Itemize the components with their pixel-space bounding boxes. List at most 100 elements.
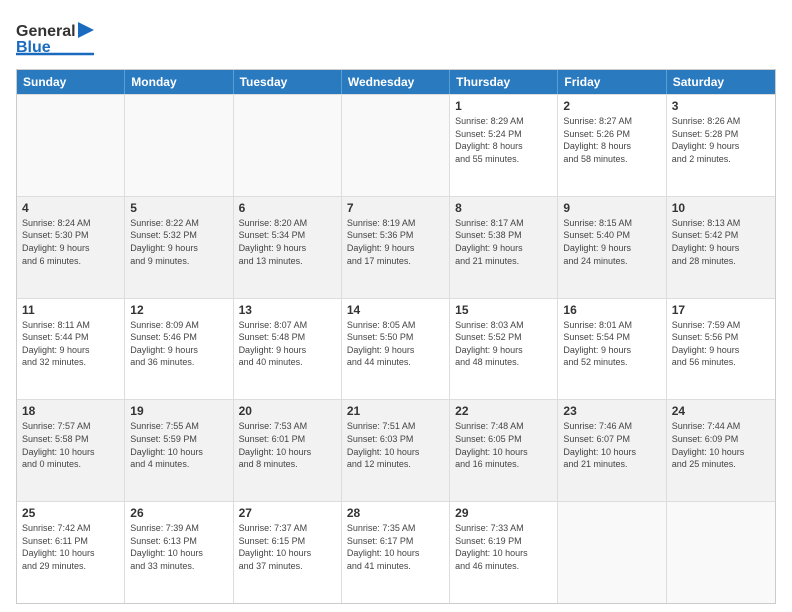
day-info: Sunrise: 8:24 AMSunset: 5:30 PMDaylight:… [22,217,119,267]
day-number: 26 [130,506,227,520]
day-info: Sunrise: 7:39 AMSunset: 6:13 PMDaylight:… [130,522,227,572]
day-info: Sunrise: 7:46 AMSunset: 6:07 PMDaylight:… [563,420,660,470]
svg-text:General: General [16,23,76,40]
day-info: Sunrise: 8:13 AMSunset: 5:42 PMDaylight:… [672,217,770,267]
day-number: 9 [563,201,660,215]
day-number: 18 [22,404,119,418]
day-cell-20: 20Sunrise: 7:53 AMSunset: 6:01 PMDayligh… [234,400,342,501]
day-number: 23 [563,404,660,418]
day-cell-23: 23 Sunrise: 7:46 AMSunset: 6:07 PMDayligh… [558,400,666,501]
day-number: 8 [455,201,552,215]
day-number: 20 [239,404,336,418]
day-info: Sunrise: 8:26 AMSunset: 5:28 PMDaylight:… [672,115,770,165]
day-number: 7 [347,201,444,215]
day-cell-6: 6 Sunrise: 8:20 AMSunset: 5:34 PMDaylight… [234,197,342,298]
day-info: Sunrise: 8:05 AMSunset: 5:50 PMDaylight:… [347,319,444,369]
day-number: 1 [455,99,552,113]
day-cell-24: 24 Sunrise: 7:44 AMSunset: 6:09 PMDayligh… [667,400,775,501]
day-cell-22: 22Sunrise: 7:48 AMSunset: 6:05 PMDayligh… [450,400,558,501]
day-number: 10 [672,201,770,215]
day-number: 12 [130,303,227,317]
day-number: 15 [455,303,552,317]
day-cell-8: 8 Sunrise: 8:17 AMSunset: 5:38 PMDaylight… [450,197,558,298]
header-day-sunday: Sunday [17,70,125,94]
calendar-header: SundayMondayTuesdayWednesdayThursdayFrid… [17,70,775,94]
day-cell-12: 12 Sunrise: 8:09 AMSunset: 5:46 PMDayligh… [125,299,233,400]
day-number: 19 [130,404,227,418]
calendar-week-3: 11 Sunrise: 8:11 AMSunset: 5:44 PMDayligh… [17,298,775,400]
day-cell-11: 11 Sunrise: 8:11 AMSunset: 5:44 PMDayligh… [17,299,125,400]
day-cell-13: 13 Sunrise: 8:07 AMSunset: 5:48 PMDayligh… [234,299,342,400]
page: General Blue SundayMondayTuesdayWednesda… [0,0,792,612]
day-cell-15: 15 Sunrise: 8:03 AMSunset: 5:52 PMDayligh… [450,299,558,400]
day-number: 17 [672,303,770,317]
day-number: 21 [347,404,444,418]
empty-cell [234,95,342,196]
empty-cell [667,502,775,603]
empty-cell [17,95,125,196]
calendar-week-4: 18 Sunrise: 7:57 AMSunset: 5:58 PMDayligh… [17,399,775,501]
day-info: Sunrise: 8:27 AMSunset: 5:26 PMDaylight:… [563,115,660,165]
day-cell-4: 4 Sunrise: 8:24 AMSunset: 5:30 PMDaylight… [17,197,125,298]
day-number: 27 [239,506,336,520]
day-number: 25 [22,506,119,520]
day-info: Sunrise: 7:33 AMSunset: 6:19 PMDaylight:… [455,522,552,572]
header-day-monday: Monday [125,70,233,94]
header-day-saturday: Saturday [667,70,775,94]
header-day-tuesday: Tuesday [234,70,342,94]
day-number: 4 [22,201,119,215]
day-info: Sunrise: 7:59 AMSunset: 5:56 PMDaylight:… [672,319,770,369]
day-info: Sunrise: 8:11 AMSunset: 5:44 PMDaylight:… [22,319,119,369]
day-cell-1: 1 Sunrise: 8:29 AMSunset: 5:24 PMDaylight… [450,95,558,196]
day-number: 22 [455,404,552,418]
day-info: Sunrise: 7:57 AMSunset: 5:58 PMDaylight:… [22,420,119,470]
header-day-wednesday: Wednesday [342,70,450,94]
day-number: 14 [347,303,444,317]
day-number: 13 [239,303,336,317]
day-cell-3: 3 Sunrise: 8:26 AMSunset: 5:28 PMDaylight… [667,95,775,196]
day-info: Sunrise: 8:17 AMSunset: 5:38 PMDaylight:… [455,217,552,267]
day-cell-29: 29 Sunrise: 7:33 AMSunset: 6:19 PMDayligh… [450,502,558,603]
header: General Blue [16,16,776,61]
day-number: 24 [672,404,770,418]
day-cell-27: 27Sunrise: 7:37 AMSunset: 6:15 PMDayligh… [234,502,342,603]
logo: General Blue [16,16,106,61]
day-info: Sunrise: 8:09 AMSunset: 5:46 PMDaylight:… [130,319,227,369]
day-number: 16 [563,303,660,317]
calendar-week-5: 25Sunrise: 7:42 AMSunset: 6:11 PMDayligh… [17,501,775,603]
day-number: 2 [563,99,660,113]
day-cell-21: 21 Sunrise: 7:51 AMSunset: 6:03 PMDayligh… [342,400,450,501]
day-info: Sunrise: 8:07 AMSunset: 5:48 PMDaylight:… [239,319,336,369]
day-cell-10: 10 Sunrise: 8:13 AMSunset: 5:42 PMDayligh… [667,197,775,298]
day-cell-16: 16 Sunrise: 8:01 AMSunset: 5:54 PMDayligh… [558,299,666,400]
day-info: Sunrise: 8:01 AMSunset: 5:54 PMDaylight:… [563,319,660,369]
day-info: Sunrise: 7:35 AMSunset: 6:17 PMDaylight:… [347,522,444,572]
day-cell-18: 18 Sunrise: 7:57 AMSunset: 5:58 PMDayligh… [17,400,125,501]
day-number: 3 [672,99,770,113]
calendar: SundayMondayTuesdayWednesdayThursdayFrid… [16,69,776,604]
day-cell-19: 19 Sunrise: 7:55 AMSunset: 5:59 PMDayligh… [125,400,233,501]
day-info: Sunrise: 7:44 AMSunset: 6:09 PMDaylight:… [672,420,770,470]
day-info: Sunrise: 8:29 AMSunset: 5:24 PMDaylight:… [455,115,552,165]
day-info: Sunrise: 7:55 AMSunset: 5:59 PMDaylight:… [130,420,227,470]
empty-cell [558,502,666,603]
day-info: Sunrise: 8:19 AMSunset: 5:36 PMDaylight:… [347,217,444,267]
header-day-thursday: Thursday [450,70,558,94]
day-number: 29 [455,506,552,520]
calendar-body: 1 Sunrise: 8:29 AMSunset: 5:24 PMDaylight… [17,94,775,603]
day-number: 11 [22,303,119,317]
day-cell-25: 25Sunrise: 7:42 AMSunset: 6:11 PMDayligh… [17,502,125,603]
day-cell-7: 7 Sunrise: 8:19 AMSunset: 5:36 PMDaylight… [342,197,450,298]
day-info: Sunrise: 8:22 AMSunset: 5:32 PMDaylight:… [130,217,227,267]
day-cell-26: 26 Sunrise: 7:39 AMSunset: 6:13 PMDayligh… [125,502,233,603]
day-info: Sunrise: 8:20 AMSunset: 5:34 PMDaylight:… [239,217,336,267]
day-number: 6 [239,201,336,215]
empty-cell [342,95,450,196]
day-info: Sunrise: 7:51 AMSunset: 6:03 PMDaylight:… [347,420,444,470]
logo-svg: General Blue [16,16,106,61]
day-cell-2: 2 Sunrise: 8:27 AMSunset: 5:26 PMDaylight… [558,95,666,196]
header-day-friday: Friday [558,70,666,94]
empty-cell [125,95,233,196]
day-cell-17: 17 Sunrise: 7:59 AMSunset: 5:56 PMDayligh… [667,299,775,400]
day-info: Sunrise: 8:03 AMSunset: 5:52 PMDaylight:… [455,319,552,369]
